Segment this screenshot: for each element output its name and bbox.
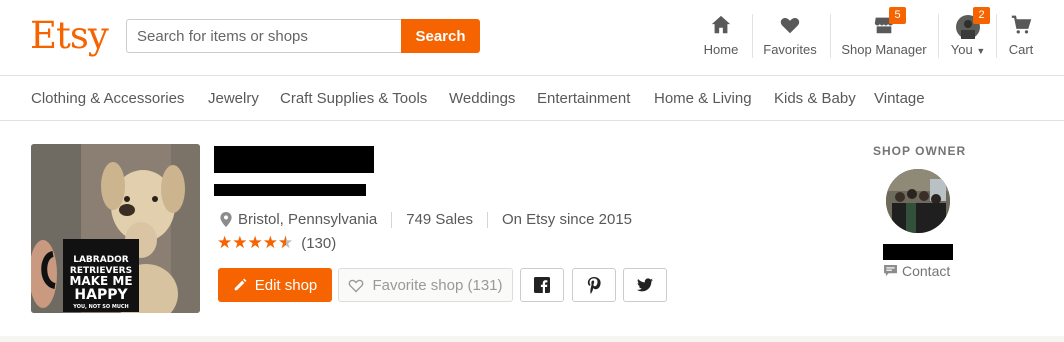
etsy-logo[interactable]: Etsy xyxy=(30,14,109,57)
edit-shop-label: Edit shop xyxy=(254,276,318,294)
category-weddings[interactable]: Weddings xyxy=(449,90,515,107)
favorite-shop-button[interactable]: Favorite shop (131) xyxy=(338,268,513,302)
category-nav: Clothing & Accessories Jewelry Craft Sup… xyxy=(0,77,1064,121)
nav-shop-manager[interactable]: 5 Shop Manager xyxy=(840,7,928,62)
category-craft-supplies[interactable]: Craft Supplies & Tools xyxy=(280,90,427,107)
category-vintage[interactable]: Vintage xyxy=(874,90,925,107)
nav-shop-manager-label: Shop Manager xyxy=(841,42,927,57)
mug-text-line-1: LABRADOR xyxy=(73,255,129,265)
pinterest-icon xyxy=(587,276,601,294)
meta-divider xyxy=(486,211,488,228)
home-icon xyxy=(700,14,742,40)
shop-since: On Etsy since 2015 xyxy=(501,211,633,228)
nav-favorites-label: Favorites xyxy=(763,42,817,57)
nav-you-label: You ▼ xyxy=(948,42,988,57)
user-avatar: 2 xyxy=(948,7,990,40)
cart-icon xyxy=(1006,14,1036,40)
redacted-shop-name xyxy=(214,146,374,173)
contact-owner-link[interactable]: Contact xyxy=(884,263,950,279)
message-icon xyxy=(884,265,897,277)
nav-divider xyxy=(830,14,831,58)
nav-divider xyxy=(938,14,939,58)
mug-text-line-5: YOU, NOT SO MUCH xyxy=(72,304,128,310)
contact-label: Contact xyxy=(902,263,951,279)
nav-you[interactable]: 2 You ▼ xyxy=(948,7,990,62)
nav-divider xyxy=(752,14,753,58)
shop-sales[interactable]: 749 Sales xyxy=(406,211,473,228)
mug-text-line-4: HAPPY xyxy=(74,287,128,303)
share-twitter-button[interactable] xyxy=(623,268,667,302)
category-entertainment[interactable]: Entertainment xyxy=(537,90,630,107)
category-home-living[interactable]: Home & Living xyxy=(654,90,752,107)
search-input[interactable] xyxy=(126,19,402,53)
heart-icon xyxy=(762,14,818,40)
category-kids-baby[interactable]: Kids & Baby xyxy=(774,90,856,107)
shop-owner-heading: SHOP OWNER xyxy=(873,144,967,158)
favorite-shop-label: Favorite shop (131) xyxy=(372,276,503,294)
star-rating-icon: ★★★★★★ xyxy=(217,233,294,252)
shop-icon-image: LABRADOR RETRIEVERS MAKE ME HAPPY YOU, N… xyxy=(31,144,200,313)
shop-manager-badge: 5 xyxy=(889,7,906,24)
location-pin-icon xyxy=(220,212,232,227)
shop-location[interactable]: Bristol, Pennsylvania xyxy=(238,211,377,228)
review-count: (130) xyxy=(301,234,337,252)
search-button[interactable]: Search xyxy=(401,19,480,53)
you-label-text: You xyxy=(950,42,973,57)
share-facebook-button[interactable] xyxy=(520,268,564,302)
nav-favorites[interactable]: Favorites xyxy=(762,14,818,62)
page-section-divider xyxy=(0,336,1064,342)
shop-rating[interactable]: ★★★★★★ (130) xyxy=(217,233,336,253)
redacted-owner-name xyxy=(883,244,953,260)
edit-shop-button[interactable]: Edit shop xyxy=(218,268,332,302)
facebook-icon xyxy=(534,277,550,293)
nav-cart-label: Cart xyxy=(1008,42,1034,57)
category-jewelry[interactable]: Jewelry xyxy=(208,90,259,107)
pencil-icon xyxy=(233,278,247,292)
shop-meta: Bristol, Pennsylvania 749 Sales On Etsy … xyxy=(220,211,632,228)
nav-divider xyxy=(996,14,997,58)
share-pinterest-button[interactable] xyxy=(572,268,616,302)
store-icon: 5 xyxy=(840,7,928,40)
nav-home-label: Home xyxy=(703,42,739,57)
caret-down-icon: ▼ xyxy=(976,46,986,56)
redacted-shop-tagline xyxy=(214,184,366,196)
shop-owner-avatar[interactable] xyxy=(886,169,950,233)
top-header: Etsy Search Home Favorites 5 Shop Manage… xyxy=(0,0,1064,76)
category-clothing-accessories[interactable]: Clothing & Accessories xyxy=(31,90,184,107)
twitter-icon xyxy=(637,278,653,292)
nav-cart[interactable]: Cart xyxy=(1006,14,1036,62)
nav-home[interactable]: Home xyxy=(700,14,742,62)
heart-outline-icon xyxy=(348,278,364,293)
mug-text-line-3: MAKE ME xyxy=(69,274,132,288)
meta-divider xyxy=(391,211,393,228)
you-badge: 2 xyxy=(973,7,990,24)
